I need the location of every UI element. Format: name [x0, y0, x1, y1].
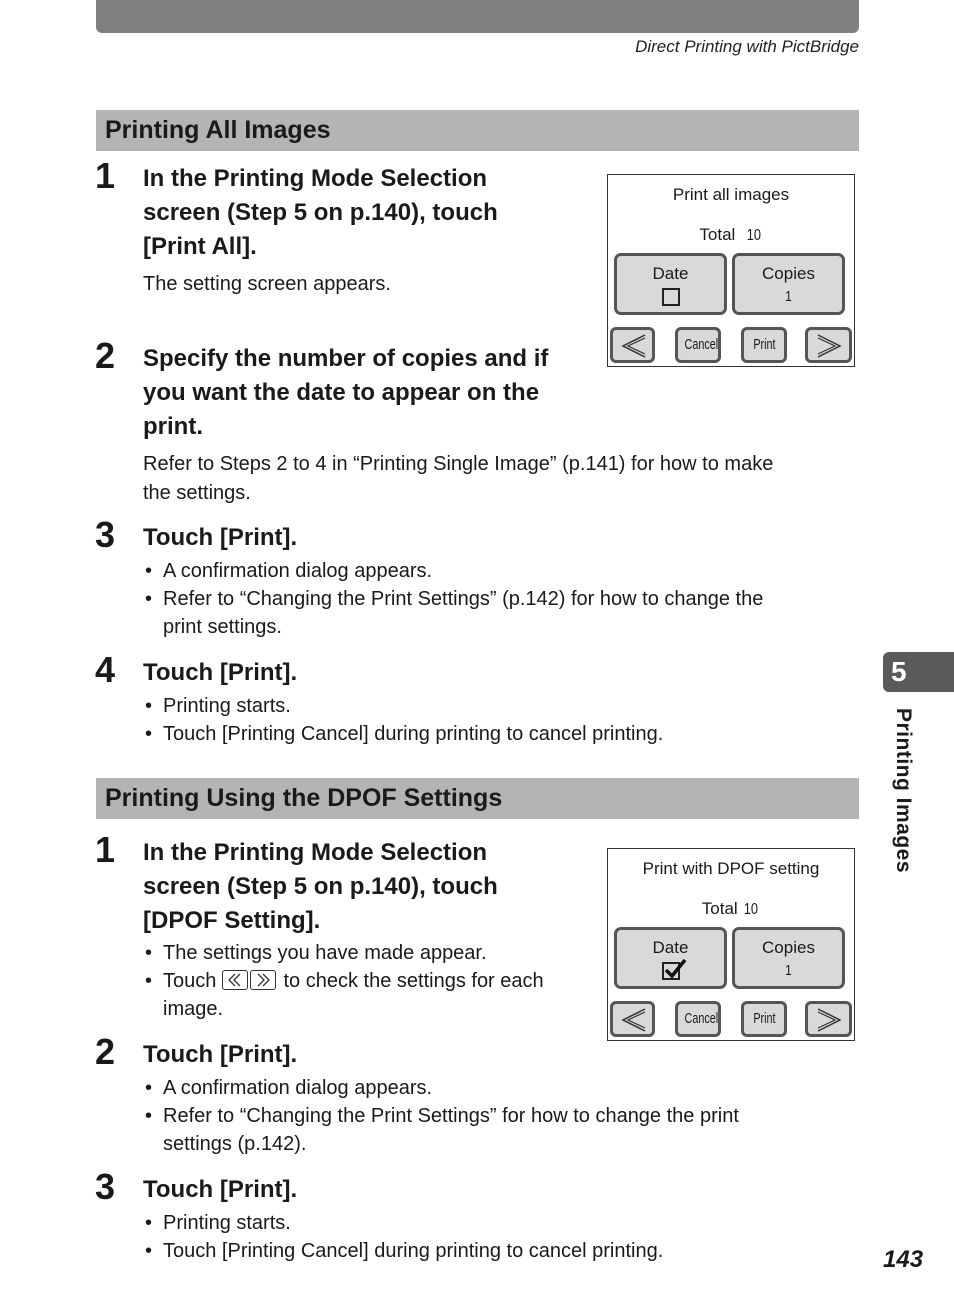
- step-title: Touch [Print].: [143, 659, 298, 686]
- bullet-item: Refer to “Changing the Print Settings” (…: [143, 585, 763, 641]
- step-title: Touch [Print].: [143, 1041, 298, 1068]
- step-number: 4: [95, 649, 116, 690]
- section-heading-dpof: Printing Using the DPOF Settings: [96, 778, 859, 819]
- chevron-right-icon: [817, 1008, 842, 1032]
- step-title: In the Printing Mode Selection screen (S…: [143, 839, 498, 934]
- next-button[interactable]: [805, 327, 852, 363]
- chapter-label: Printing Images: [892, 708, 915, 874]
- print-button[interactable]: Print: [741, 1001, 787, 1037]
- previous-button[interactable]: [610, 1001, 655, 1037]
- bullet-item: Touch [Printing Cancel] during printing …: [143, 720, 663, 748]
- page-number: 143: [883, 1246, 924, 1273]
- print-button[interactable]: Print: [741, 327, 787, 363]
- bullet-item: Printing starts.: [143, 692, 291, 720]
- step-body: Refer to Steps 2 to 4 in “Printing Singl…: [143, 453, 774, 504]
- step-title: Touch [Print].: [143, 524, 298, 551]
- running-header: Direct Printing with PictBridge: [635, 37, 859, 56]
- step-number: 1: [95, 829, 116, 870]
- step-number: 1: [95, 155, 116, 196]
- cancel-button[interactable]: Cancel: [675, 327, 721, 363]
- screen-title: Print all images: [672, 185, 790, 204]
- cancel-button[interactable]: Cancel: [675, 1001, 721, 1037]
- step-title: Specify the number of copies and if you …: [143, 345, 549, 440]
- bullet-item: A confirmation dialog appears.: [143, 1074, 432, 1102]
- step-title: Touch [Print].: [143, 1176, 298, 1203]
- chevron-right-icon: [817, 334, 842, 358]
- step-number: 3: [95, 514, 116, 555]
- screen-total: Total 10: [699, 225, 761, 244]
- copies-button[interactable]: Copies 1: [732, 253, 845, 315]
- step-number: 2: [95, 335, 116, 376]
- chevron-left-icon: [621, 1008, 646, 1032]
- bullet-item: Refer to “Changing the Print Settings” f…: [143, 1102, 739, 1158]
- next-button-icon: [249, 970, 276, 990]
- chevron-left-icon: [621, 334, 646, 358]
- bullet-item: The settings you have made appear.: [143, 939, 487, 967]
- step-number: 3: [95, 1166, 116, 1207]
- step-number: 2: [95, 1031, 116, 1072]
- top-bar: [96, 0, 859, 33]
- bullet-item: Touch to check the settings for each ima…: [143, 967, 544, 1023]
- date-button[interactable]: Date: [614, 253, 727, 315]
- step-title: In the Printing Mode Selection screen (S…: [143, 165, 498, 260]
- step-body: The setting screen appears.: [143, 273, 391, 295]
- date-checkbox-unchecked-icon[interactable]: [661, 288, 680, 306]
- date-checkbox-checked-icon[interactable]: [661, 958, 686, 980]
- screen-total: Total 10: [701, 899, 759, 918]
- bullet-item: Touch [Printing Cancel] during printing …: [143, 1237, 663, 1265]
- copies-button[interactable]: Copies 1: [732, 927, 845, 989]
- date-button[interactable]: Date: [614, 927, 727, 989]
- camera-screen-print-all: Print all images Total 10 Date Copies 1 …: [607, 174, 855, 367]
- previous-button[interactable]: [610, 327, 655, 363]
- bullet-item: Printing starts.: [143, 1209, 291, 1237]
- bullet-item: A confirmation dialog appears.: [143, 557, 432, 585]
- camera-screen-dpof: Print with DPOF setting Total 10 Date Co…: [607, 848, 855, 1041]
- next-button[interactable]: [805, 1001, 852, 1037]
- section-heading-print-all: Printing All Images: [96, 110, 859, 151]
- prev-button-icon: [221, 970, 248, 990]
- screen-title: Print with DPOF setting: [642, 859, 820, 878]
- chapter-tab: 5: [883, 652, 954, 692]
